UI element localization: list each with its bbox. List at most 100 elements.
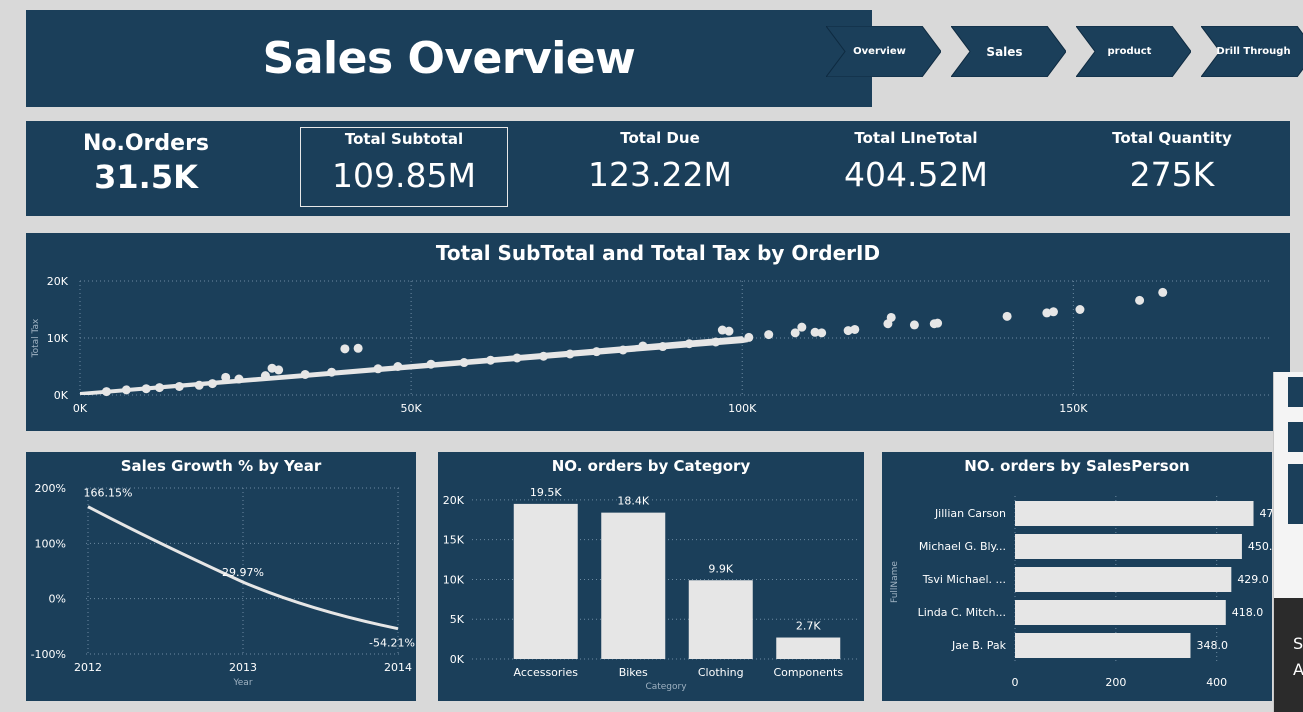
scatter-point <box>658 342 668 352</box>
category-y-tick-label: 15K <box>443 534 465 547</box>
growth-data-label: 29.97% <box>222 566 264 579</box>
kpi-orders-value: 31.5K <box>94 158 198 196</box>
scatter-point <box>207 379 217 389</box>
salesperson-bar <box>1015 534 1242 559</box>
kpi-quantity-card[interactable]: Total Quantity 275K <box>1072 129 1272 194</box>
nav-overview-button[interactable]: Overview <box>826 26 941 77</box>
scatter-y-tick-label: 20K <box>47 275 69 288</box>
kpi-quantity-label: Total Quantity <box>1112 129 1232 147</box>
scatter-x-tick-label: 0K <box>73 402 88 415</box>
growth-x-tick-label: 2014 <box>384 661 412 674</box>
scatter-point <box>618 345 628 355</box>
growth-line-chart[interactable]: 200% 100% 0% -100% 2012 2013 2014 Year 166.15% 29… <box>26 452 416 701</box>
salesperson-y-tick-label: Jillian Carson <box>934 507 1006 520</box>
category-x-axis-title: Category <box>645 682 687 692</box>
category-data-label: 18.4K <box>617 495 649 508</box>
salesperson-bar <box>1015 633 1191 658</box>
scatter-point <box>101 387 111 397</box>
category-y-tick-label: 0K <box>450 653 465 666</box>
scatter-y-tick-label: 10K <box>47 332 69 345</box>
growth-x-tick-label: 2012 <box>74 661 102 674</box>
scatter-point <box>154 383 164 393</box>
scatter-point <box>1135 295 1145 305</box>
scatter-point <box>373 364 383 374</box>
category-chart-panel[interactable]: NO. orders by Category 0K 5K 10K 15K 20K 19.5… <box>438 452 864 701</box>
nav-sales-label: Sales <box>986 44 1023 59</box>
side-item[interactable] <box>1288 422 1303 452</box>
kpi-panel: No.Orders 31.5K Total Subtotal 109.85M T… <box>26 121 1290 216</box>
salesperson-data-label: 418.0 <box>1232 606 1264 619</box>
kpi-orders-label: No.Orders <box>82 131 210 156</box>
category-bar <box>601 512 666 659</box>
category-data-label: 2.7K <box>796 620 821 633</box>
scatter-point <box>340 344 350 354</box>
nav-product-button[interactable]: product <box>1076 26 1191 77</box>
category-x-tick-label: Components <box>773 666 843 679</box>
category-x-tick-label: Accessories <box>514 666 579 679</box>
scatter-point <box>933 318 943 328</box>
kpi-subtotal-card[interactable]: Total Subtotal 109.85M <box>300 127 508 207</box>
side-item[interactable] <box>1288 377 1303 407</box>
scatter-chart-panel[interactable]: Total SubTotal and Total Tax by OrderID … <box>26 233 1290 431</box>
scatter-point <box>512 353 522 363</box>
kpi-due-card[interactable]: Total Due 123.22M <box>560 129 760 194</box>
kpi-subtotal-label: Total Subtotal <box>344 130 464 148</box>
growth-y-tick-label: -100% <box>31 648 66 661</box>
nav-drill-through-button[interactable]: Drill Through <box>1201 26 1303 77</box>
growth-y-tick-label: 100% <box>35 537 66 550</box>
growth-y-tick-label: 200% <box>35 482 66 495</box>
salesperson-data-label: 429.0 <box>1237 573 1269 586</box>
scatter-point <box>1048 307 1058 317</box>
kpi-orders-card[interactable]: No.Orders 31.5K <box>66 131 226 196</box>
scatter-point <box>797 322 807 332</box>
scatter-point <box>1075 305 1085 314</box>
kpi-linetotal-label: Total LIneTotal <box>854 129 978 147</box>
category-y-tick-label: 5K <box>450 613 465 626</box>
scatter-point <box>592 347 602 357</box>
kpi-linetotal-value: 404.52M <box>844 155 988 194</box>
scatter-x-tick-label: 150K <box>1059 402 1088 415</box>
notification-fragment: S A <box>1274 598 1303 712</box>
scatter-point <box>817 328 827 338</box>
category-bar <box>688 580 753 659</box>
kpi-subtotal-value: 109.85M <box>332 156 476 195</box>
salesperson-chart-panel[interactable]: NO. orders by SalesPerson 0 200 400 FullNam… <box>882 452 1272 701</box>
scatter-x-tick-label: 50K <box>401 402 423 415</box>
salesperson-y-tick-label: Michael G. Bly... <box>919 540 1006 553</box>
category-bar-chart[interactable]: 0K 5K 10K 15K 20K 19.5K Accessories 18.4K Bikes 9… <box>438 452 864 701</box>
salesperson-bar-chart[interactable]: 0 200 400 FullName Jillian Carson 473.0 Michae… <box>882 452 1272 701</box>
scatter-point <box>850 324 860 334</box>
salesperson-bar <box>1015 600 1226 625</box>
category-bar <box>776 637 841 659</box>
scatter-point <box>638 341 648 351</box>
salesperson-bar <box>1015 567 1232 592</box>
side-glyph-1: S <box>1293 634 1303 653</box>
nav-drill-through-label: Drill Through <box>1216 45 1291 57</box>
side-item[interactable] <box>1288 464 1303 524</box>
growth-data-label: -54.21% <box>369 637 415 650</box>
salesperson-x-tick-label: 0 <box>1012 676 1019 689</box>
page-title: Sales Overview <box>262 33 636 84</box>
scatter-point <box>886 312 896 322</box>
scatter-point <box>1158 287 1168 297</box>
growth-x-tick-label: 2013 <box>229 661 257 674</box>
side-panel-fragment: S A <box>1273 372 1303 712</box>
salesperson-y-tick-label: Linda C. Mitch... <box>918 606 1006 619</box>
scatter-point <box>327 367 337 377</box>
scatter-point <box>565 349 575 359</box>
kpi-linetotal-card[interactable]: Total LIneTotal 404.52M <box>816 129 1016 194</box>
growth-x-axis-title: Year <box>232 678 252 688</box>
scatter-point <box>260 371 270 381</box>
kpi-due-value: 123.22M <box>588 155 732 194</box>
salesperson-x-tick-label: 200 <box>1105 676 1126 689</box>
scatter-x-tick-label: 100K <box>728 402 757 415</box>
scatter-point <box>684 339 694 349</box>
scatter-point <box>353 343 363 353</box>
kpi-due-label: Total Due <box>620 129 700 147</box>
salesperson-data-label: 348.0 <box>1196 639 1228 652</box>
scatter-point <box>426 359 436 369</box>
nav-overview-label: Overview <box>853 45 906 57</box>
growth-chart-panel[interactable]: Sales Growth % by Year 200% 100% 0% -100% 20… <box>26 452 416 701</box>
scatter-chart[interactable]: 0K 10K 20K 0K 50K 100K 150K Total Tax <box>26 233 1290 431</box>
nav-sales-button[interactable]: Sales <box>951 26 1066 77</box>
